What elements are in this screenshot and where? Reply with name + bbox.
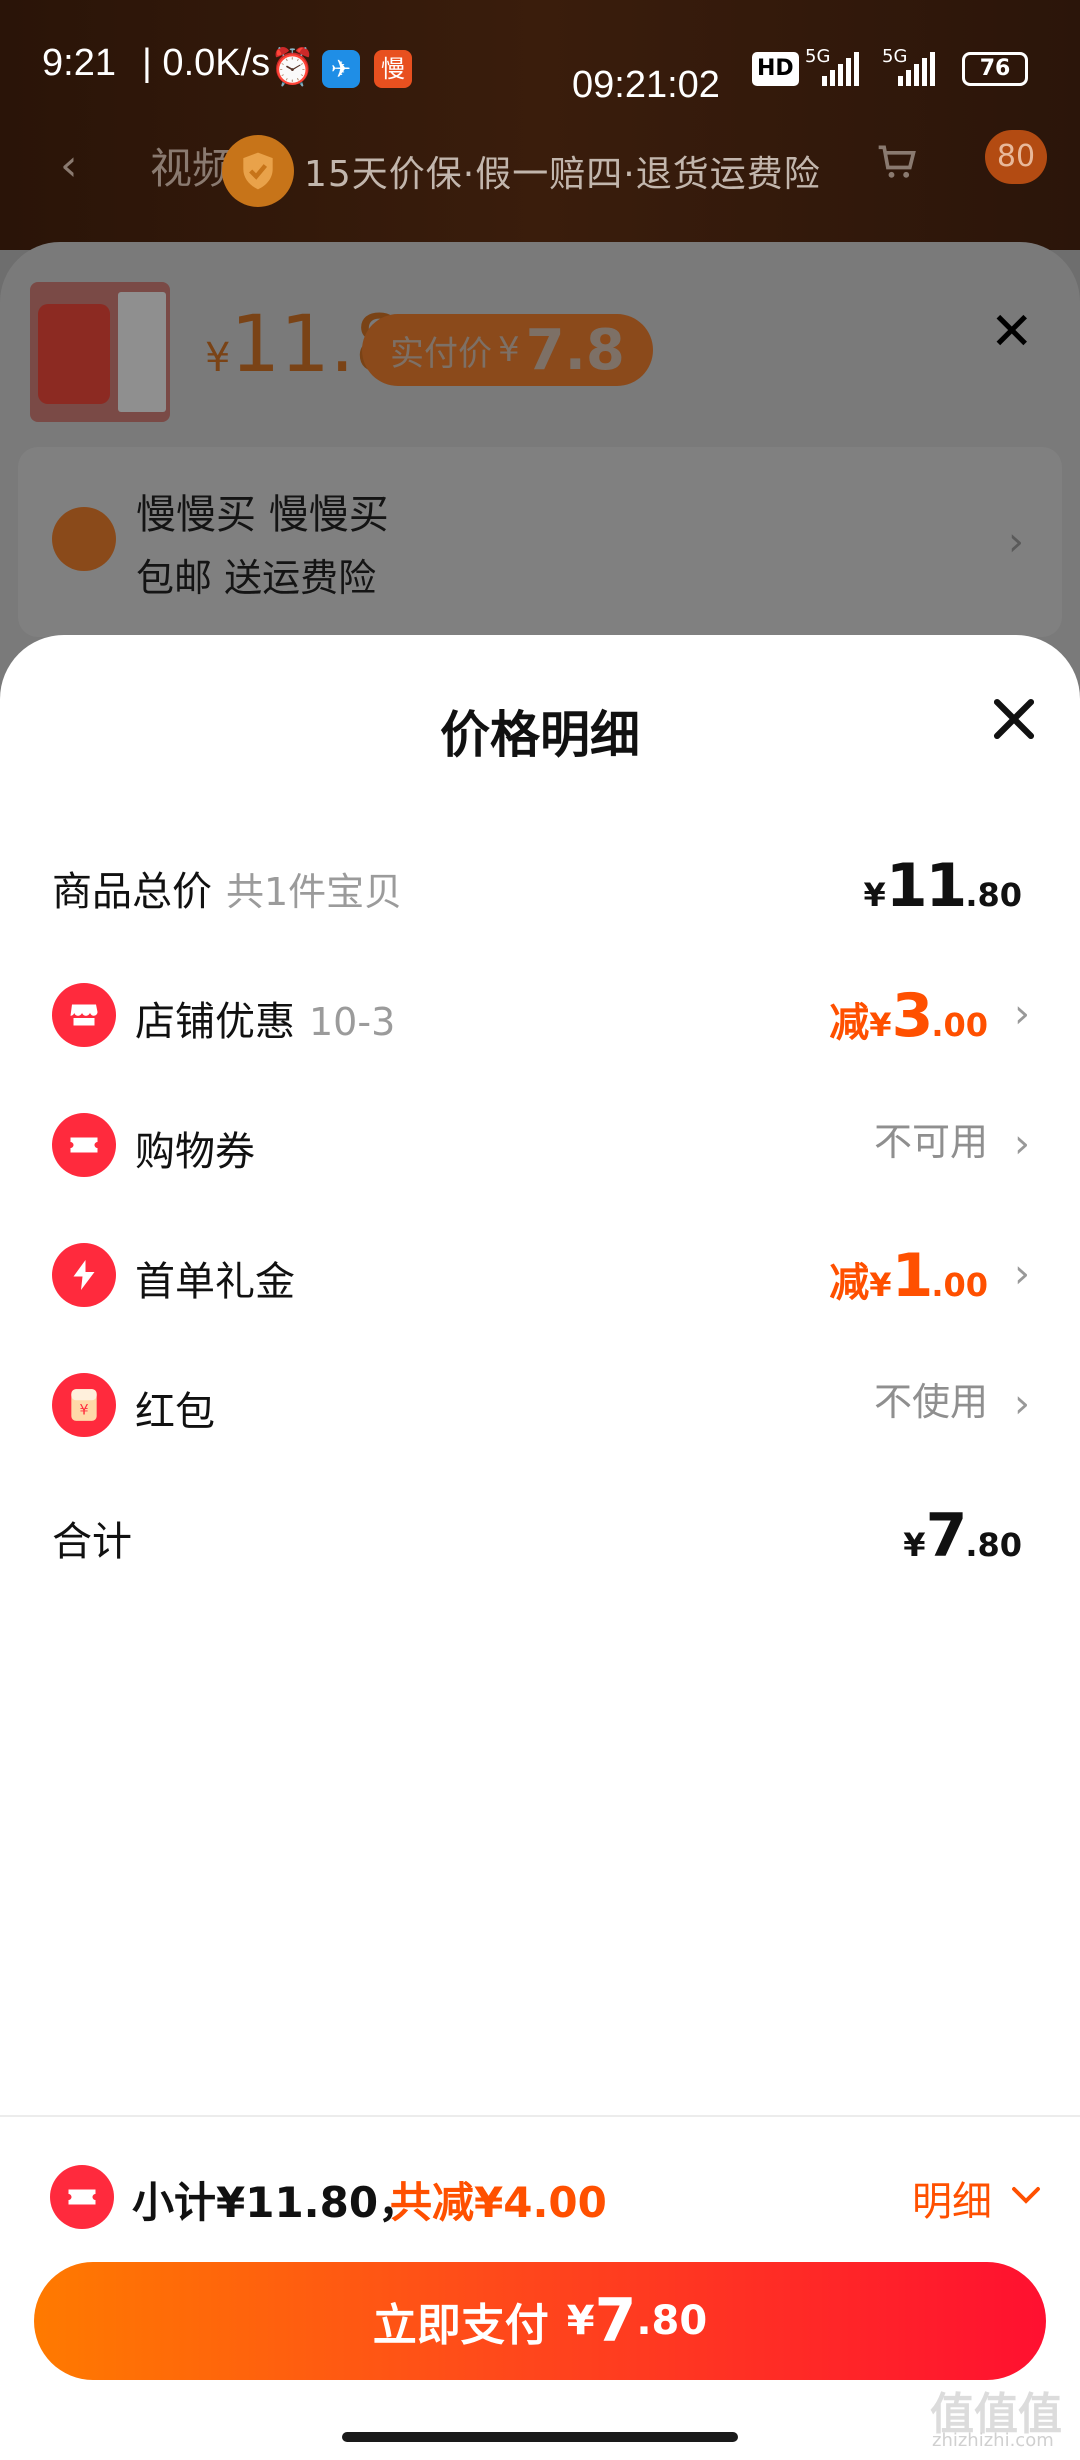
- battery-level: 76: [962, 52, 1028, 86]
- pay-now-label: 立即支付: [372, 2300, 549, 2351]
- first-order-int: 1: [891, 1241, 934, 1311]
- alarm-icon: ⏰: [270, 47, 315, 88]
- total-yen: ¥: [903, 1526, 926, 1564]
- first-order-gift-label: 首单礼金: [135, 1259, 295, 1305]
- store-discount-yen: ¥: [869, 1006, 892, 1044]
- red-envelope-icon: ¥: [52, 1373, 116, 1437]
- product-price-yen: ¥: [205, 335, 231, 381]
- store-discount-label-wrap: 店铺优惠 10-3: [135, 989, 395, 1047]
- row-first-order-gift[interactable]: 首单礼金 减 ¥1.00 ›: [0, 1235, 1080, 1315]
- row-total: 合计 ¥7.80: [0, 1495, 1080, 1575]
- shopping-coupon-label: 购物券: [135, 1129, 255, 1175]
- sheet-title: 价格明细: [440, 706, 640, 764]
- status-bar: 9:21 | 0.0K/s ⏰ ✈ 慢 09:21:02 HD 5G 5G 76: [0, 0, 1080, 130]
- total-dec: .80: [965, 1526, 1022, 1564]
- row-store-discount[interactable]: 店铺优惠 10-3 减 ¥3.00 ›: [0, 975, 1080, 1055]
- lightning-icon: [52, 1243, 116, 1307]
- product-image-case: [38, 304, 110, 404]
- chevron-right-icon: ›: [1008, 519, 1024, 565]
- product-sheet-close-icon[interactable]: ✕: [990, 302, 1034, 362]
- status-time: 9:21: [42, 42, 116, 84]
- store-discount-value: 减 ¥3.00: [829, 981, 988, 1051]
- chevron-down-icon[interactable]: [1008, 2177, 1044, 2213]
- paid-price-pill: 实付价 ¥ 7.8: [362, 314, 653, 386]
- shopping-coupon-value: 不可用: [873, 1120, 988, 1164]
- red-envelope-value: 不使用: [873, 1380, 988, 1424]
- checkout-footer: 小计¥11.80， 共减¥4.00 明细 立即支付 ¥ 7 .80: [0, 2115, 1080, 2460]
- red-envelope-label: 红包: [135, 1389, 215, 1435]
- guarantee-banner: 15天价保·假一赔四·退货运费险: [222, 130, 821, 212]
- svg-text:¥: ¥: [79, 1403, 88, 1419]
- product-thumbnail: [30, 282, 170, 422]
- paid-price-amount: 7.8: [525, 317, 625, 383]
- goods-total-int: 11: [885, 851, 967, 921]
- cart-icon: [875, 140, 919, 194]
- goods-total-yen: ¥: [863, 876, 886, 914]
- store-discount-label: 店铺优惠: [135, 999, 295, 1045]
- paid-price-yen: ¥: [498, 330, 520, 370]
- manmanbuy-app-icon: 慢: [374, 50, 412, 88]
- goods-count: 共1件宝贝: [226, 870, 403, 914]
- row-goods-total: 商品总价 共1件宝贝 ¥11.80: [0, 845, 1080, 925]
- total-discount-text: 共减¥4.00: [390, 2178, 607, 2227]
- status-center-clock: 09:21:02: [572, 64, 720, 106]
- first-order-gift-value: 减 ¥1.00: [829, 1241, 988, 1311]
- chevron-right-icon: ›: [1014, 991, 1030, 1037]
- ticket-icon: [50, 2165, 114, 2229]
- chevron-right-icon: ›: [1014, 1381, 1030, 1427]
- signal-bars-1-icon: [822, 52, 859, 86]
- store-discount-dec: .00: [931, 1006, 988, 1044]
- total-int: 7: [925, 1501, 968, 1571]
- store-icon: [52, 983, 116, 1047]
- subtotal-text: 小计¥11.80，: [132, 2178, 421, 2227]
- total-value: ¥7.80: [903, 1501, 1022, 1571]
- signal-bars-2-icon: [898, 52, 935, 86]
- pay-now-dec: .80: [636, 2298, 708, 2344]
- goods-total-value: ¥11.80: [864, 851, 1022, 921]
- store-discount-int: 3: [891, 981, 934, 1051]
- store-discount-rule: 10-3: [309, 1000, 396, 1044]
- location-pin-icon: [52, 507, 116, 571]
- row-red-envelope[interactable]: ¥ 红包 不使用 ›: [0, 1365, 1080, 1445]
- first-order-prefix: 减: [829, 1260, 870, 1306]
- first-order-dec: .00: [931, 1266, 988, 1304]
- row-goods-total-label: 商品总价 共1件宝贝: [52, 859, 402, 917]
- detail-toggle-label[interactable]: 明细: [912, 2169, 992, 2227]
- feishu-icon: ✈: [322, 50, 360, 88]
- close-icon[interactable]: [985, 690, 1043, 748]
- shipping-info: 包邮 送运费险: [136, 556, 377, 600]
- pay-now-yen: ¥: [566, 2298, 595, 2344]
- status-network-speed: | 0.0K/s: [142, 42, 271, 84]
- hd-voice-badge: HD: [752, 52, 799, 86]
- address-card[interactable]: 慢慢买 慢慢买 包邮 送运费险 ›: [18, 447, 1062, 637]
- watermark-url: zhizhizhi.com: [932, 2430, 1054, 2451]
- pay-now-int: 7: [594, 2286, 637, 2356]
- total-label: 合计: [52, 1519, 132, 1565]
- pay-now-button[interactable]: 立即支付 ¥ 7 .80: [34, 2262, 1046, 2380]
- goods-total-dec: .80: [965, 876, 1022, 914]
- ticket-icon: [52, 1113, 116, 1177]
- chevron-right-icon: ›: [1014, 1121, 1030, 1167]
- address-name: 慢慢买 慢慢买: [136, 492, 389, 538]
- first-order-yen: ¥: [869, 1266, 892, 1304]
- shield-check-icon: [222, 135, 294, 207]
- home-indicator[interactable]: [342, 2432, 738, 2442]
- back-arrow-icon: ‹: [60, 140, 78, 191]
- cart-count-badge: 80: [985, 130, 1047, 184]
- paid-price-label: 实付价: [390, 333, 492, 374]
- product-image-card: [118, 292, 166, 412]
- guarantee-text: 15天价保·假一赔四·退货运费险: [304, 154, 821, 195]
- chevron-right-icon: ›: [1014, 1251, 1030, 1297]
- store-discount-prefix: 减: [829, 1000, 870, 1046]
- row-shopping-coupon[interactable]: 购物券 不可用 ›: [0, 1105, 1080, 1185]
- goods-total-label: 商品总价: [52, 869, 212, 915]
